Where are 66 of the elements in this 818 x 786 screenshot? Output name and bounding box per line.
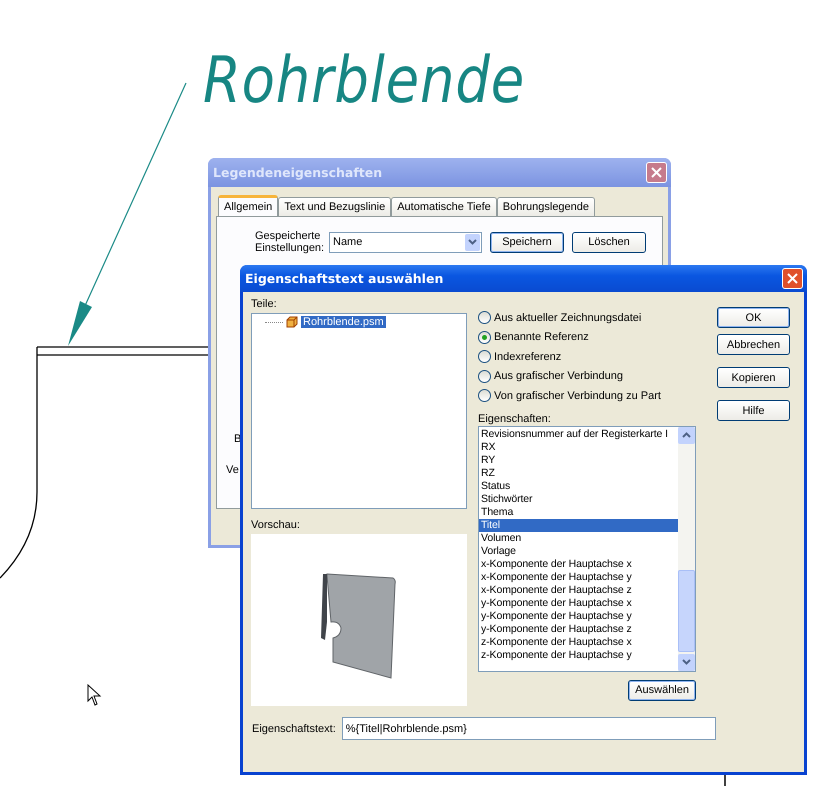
- dialog-button[interactable]: Abbrechen: [717, 334, 790, 355]
- dialog-button[interactable]: OK: [717, 307, 790, 328]
- list-item[interactable]: Volumen: [479, 532, 678, 544]
- tree-item[interactable]: Rohrblende.psm: [301, 316, 386, 328]
- radio-option[interactable]: Aus aktueller Zeichnungsdatei: [478, 311, 696, 324]
- radio-option[interactable]: Von grafischer Verbindung zu Part: [478, 389, 696, 402]
- scroll-up-icon[interactable]: [678, 426, 695, 444]
- dialog-button[interactable]: Kopieren: [717, 367, 790, 388]
- field-label: Ve: [226, 464, 239, 476]
- list-item[interactable]: y-Komponente der Hauptachse x: [479, 596, 678, 610]
- list-item[interactable]: x-Komponente der Hauptachse x: [479, 558, 678, 570]
- tab[interactable]: Allgemein: [218, 195, 278, 216]
- window-title: Legendeneigenschaften: [213, 165, 382, 180]
- radio-button[interactable]: [478, 330, 491, 344]
- dialog-button[interactable]: Löschen: [572, 232, 646, 252]
- scroll-thumb[interactable]: [678, 570, 695, 652]
- section-label: Vorschau:: [251, 518, 301, 532]
- list-item[interactable]: Status: [479, 480, 678, 492]
- list-item[interactable]: Titel: [479, 518, 678, 532]
- radio-button[interactable]: [478, 389, 491, 402]
- list-item[interactable]: Vorlage: [479, 544, 678, 558]
- radio-option[interactable]: Benannte Referenz: [478, 330, 696, 344]
- list-item[interactable]: RY: [479, 454, 678, 466]
- section-label: Teile:: [251, 297, 278, 311]
- radio-button[interactable]: [478, 350, 491, 364]
- list-item[interactable]: y-Komponente der Hauptachse z: [479, 622, 678, 636]
- option-label: Aus grafischer Verbindung: [494, 370, 624, 382]
- window-title: Eigenschaftstext auswählen: [245, 271, 444, 286]
- tab[interactable]: Bohrungslegende: [496, 197, 596, 216]
- drawing-line: [724, 775, 726, 786]
- list-item[interactable]: RZ: [479, 466, 678, 480]
- dialog-button[interactable]: Speichern: [490, 232, 564, 252]
- option-label: Von grafischer Verbindung zu Part: [494, 390, 661, 402]
- list-item[interactable]: RX: [479, 440, 678, 454]
- settings-dropdown[interactable]: Name: [329, 232, 482, 252]
- list-item[interactable]: z-Komponente der Hauptachse x: [479, 636, 678, 648]
- option-label: Aus aktueller Zeichnungsdatei: [494, 312, 642, 324]
- tab[interactable]: Automatische Tiefe: [391, 197, 497, 216]
- radio-button[interactable]: [478, 311, 491, 324]
- field-label: Gespeicherte Einstellungen:: [255, 230, 321, 254]
- list-item[interactable]: y-Komponente der Hauptachse y: [479, 610, 678, 622]
- drawing-title: Rohrblende: [203, 44, 526, 118]
- radio-option[interactable]: Indexreferenz: [478, 350, 696, 364]
- option-label: Benannte Referenz: [494, 331, 589, 344]
- field-label: Eigenschaftstext:: [252, 722, 336, 734]
- section-label: Eigenschaften:: [478, 412, 552, 426]
- option-label: Indexreferenz: [494, 350, 562, 363]
- list-item[interactable]: x-Komponente der Hauptachse y: [479, 570, 678, 584]
- tab[interactable]: Text und Bezugslinie: [278, 197, 392, 216]
- radio-option[interactable]: Aus grafischer Verbindung: [478, 370, 696, 383]
- cube-icon: [286, 316, 298, 328]
- close-icon: [651, 167, 662, 178]
- list-item[interactable]: Thema: [479, 506, 678, 518]
- scroll-down-icon[interactable]: [678, 654, 695, 670]
- dialog-button[interactable]: Hilfe: [717, 400, 790, 421]
- list-item[interactable]: Stichwörter: [479, 492, 678, 506]
- scrollbar[interactable]: [678, 426, 695, 670]
- list-item[interactable]: x-Komponente der Hauptachse z: [479, 584, 678, 596]
- close-button[interactable]: [782, 268, 803, 289]
- close-icon: [787, 273, 798, 284]
- radio-button[interactable]: [478, 370, 491, 383]
- list-item[interactable]: z-Komponente der Hauptachse y: [479, 648, 678, 662]
- list-item[interactable]: Revisionsnummer auf der Registerkarte I: [479, 428, 678, 440]
- select-button[interactable]: Auswählen: [628, 680, 696, 700]
- mouse-pointer-icon: [88, 684, 102, 706]
- property-text-field[interactable]: %{Titel|Rohrblende.psm}: [342, 717, 716, 740]
